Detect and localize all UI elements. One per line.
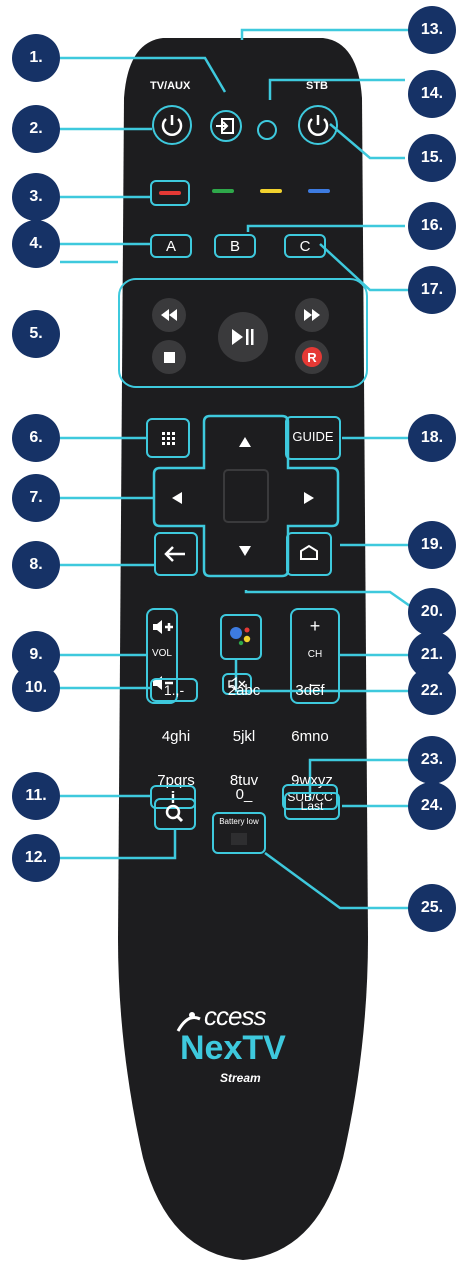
back-arrow-icon — [164, 546, 185, 562]
key-1-label: 1.,- — [163, 682, 185, 698]
callout-11: 11. — [12, 772, 60, 820]
arrow-up-icon[interactable] — [238, 436, 252, 448]
tv-aux-label: TV/AUX — [150, 80, 191, 92]
power-icon — [307, 115, 329, 136]
key-6[interactable]: 6mno — [284, 728, 336, 745]
callout-18: 18. — [408, 414, 456, 462]
stop-button[interactable] — [152, 340, 186, 374]
battery-low-label: Battery low — [219, 817, 259, 826]
home-button[interactable] — [286, 532, 332, 576]
arrow-right-icon[interactable] — [303, 491, 315, 505]
key-0[interactable]: 0_ — [218, 786, 270, 803]
callout-5: 5. — [12, 310, 60, 358]
yellow-button[interactable] — [260, 189, 282, 193]
power-icon — [161, 115, 183, 136]
c-button[interactable]: C — [284, 234, 326, 258]
b-label: B — [229, 238, 240, 255]
ok-button[interactable] — [226, 472, 270, 524]
arrow-down-icon[interactable] — [238, 545, 252, 557]
callout-2: 2. — [12, 105, 60, 153]
callout-8: 8. — [12, 541, 60, 589]
c-label: C — [299, 238, 311, 255]
callout-23: 23. — [408, 736, 456, 784]
key-5[interactable]: 5jkl — [218, 728, 270, 745]
play-pause-button[interactable] — [218, 312, 268, 362]
b-button[interactable]: B — [214, 234, 256, 258]
remote-diagram: TV/AUX STB A B C R GUIDE VOL + CH – 1.,-… — [0, 0, 466, 1265]
input-icon — [216, 118, 234, 134]
callout-12: 12. — [12, 834, 60, 882]
brand-line1: ccess — [204, 1001, 266, 1031]
key-2[interactable]: 2abc — [218, 682, 270, 699]
brand-line2: NexTV — [180, 1029, 286, 1067]
tv-power-button[interactable] — [152, 105, 192, 145]
callout-20: 20. — [408, 588, 456, 636]
battery-led — [231, 833, 247, 845]
green-button[interactable] — [212, 189, 234, 193]
callout-19: 19. — [408, 521, 456, 569]
stb-power-button[interactable] — [298, 105, 338, 145]
fast-forward-button[interactable] — [295, 298, 329, 332]
fast-forward-icon — [304, 309, 320, 321]
search-button[interactable] — [154, 798, 196, 830]
stop-icon — [163, 351, 175, 363]
arrow-left-icon[interactable] — [171, 491, 183, 505]
key-1[interactable]: 1.,- — [150, 678, 198, 702]
red-button[interactable] — [150, 180, 190, 206]
vol-label: VOL — [151, 648, 172, 659]
callout-6: 6. — [12, 414, 60, 462]
callout-14: 14. — [408, 70, 456, 118]
led-indicator — [257, 120, 277, 140]
assistant-button[interactable] — [220, 614, 262, 660]
rewind-icon — [161, 309, 177, 321]
key-3[interactable]: 3def — [284, 682, 336, 699]
ch-label: CH — [307, 649, 323, 660]
volume-up-icon — [153, 620, 173, 634]
a-button[interactable]: A — [150, 234, 192, 258]
google-assistant-icon — [230, 627, 251, 646]
callout-3: 3. — [12, 173, 60, 221]
last-button[interactable]: Last — [284, 792, 340, 820]
last-label: Last — [300, 799, 324, 813]
back-button[interactable] — [154, 532, 198, 576]
record-label: R — [302, 347, 322, 367]
callout-24: 24. — [408, 782, 456, 830]
key-4[interactable]: 4ghi — [150, 728, 202, 745]
input-button[interactable] — [210, 110, 242, 142]
callout-17: 17. — [408, 266, 456, 314]
a-label: A — [165, 238, 176, 255]
blue-button[interactable] — [308, 189, 330, 193]
callout-15: 15. — [408, 134, 456, 182]
ch-plus: + — [309, 616, 321, 636]
home-icon — [300, 544, 318, 560]
callout-1: 1. — [12, 34, 60, 82]
play-pause-icon — [232, 329, 254, 345]
callout-7: 7. — [12, 474, 60, 522]
rewind-button[interactable] — [152, 298, 186, 332]
stb-label: STB — [306, 80, 328, 92]
callout-4: 4. — [12, 220, 60, 268]
callout-25: 25. — [408, 884, 456, 932]
brand-logo: ccess NexTV Stream — [168, 995, 328, 1085]
record-button[interactable]: R — [295, 340, 329, 374]
callout-10: 10. — [12, 664, 60, 712]
callout-16: 16. — [408, 202, 456, 250]
battery-low-indicator: Battery low — [212, 812, 266, 854]
callout-13: 13. — [408, 6, 456, 54]
callout-22: 22. — [408, 667, 456, 715]
brand-line3: Stream — [220, 1071, 261, 1085]
search-icon — [165, 804, 184, 823]
